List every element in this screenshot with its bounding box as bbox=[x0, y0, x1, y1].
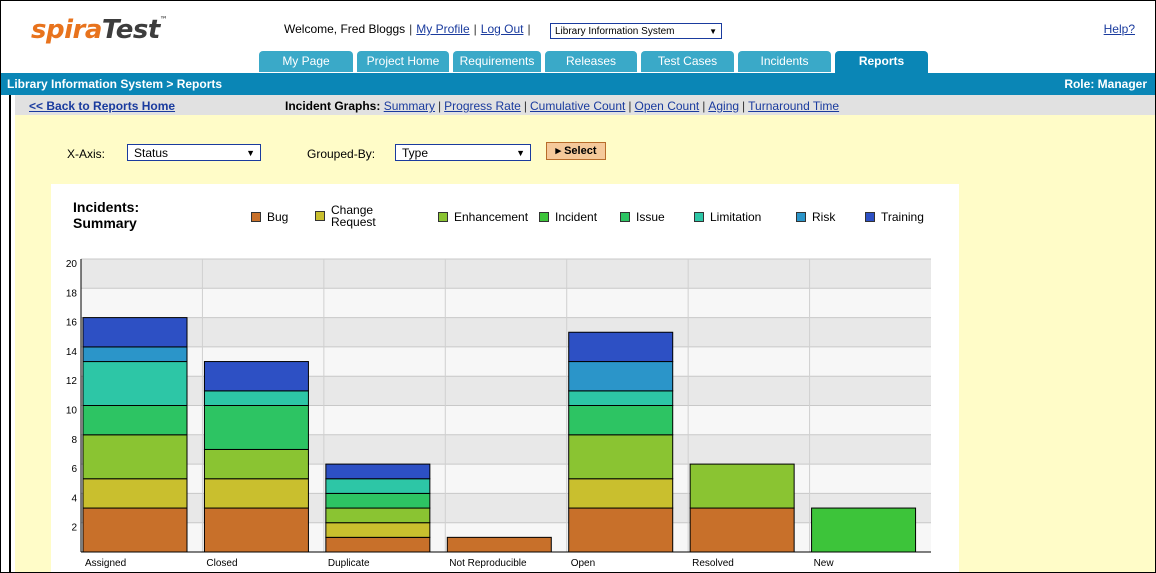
tab-project-home[interactable]: Project Home bbox=[357, 51, 449, 72]
tab-test-cases[interactable]: Test Cases bbox=[641, 51, 734, 72]
report-subnav: << Back to Reports Home Incident Graphs:… bbox=[15, 95, 1155, 115]
stacked-bar-chart: 20 18 16 14 12 10 8 6 4 2 Assigned Closed Duplicate N… bbox=[66, 258, 931, 569]
graph-link-cumulative-count[interactable]: Cumulative Count bbox=[530, 99, 625, 113]
y-tick-label: 12 bbox=[66, 376, 78, 387]
incident-graphs-label: Incident Graphs: bbox=[285, 99, 381, 113]
bar-segment-training bbox=[325, 463, 431, 480]
y-tick-label: 18 bbox=[66, 288, 78, 299]
select-button[interactable]: ▸ Select bbox=[546, 142, 606, 160]
tab-my-page[interactable]: My Page bbox=[259, 51, 353, 72]
bar-segment-bug bbox=[82, 507, 188, 553]
tab-requirements[interactable]: Requirements bbox=[453, 51, 541, 72]
chevron-down-icon: ▼ bbox=[516, 148, 525, 158]
app-window: spiraTest™ Welcome, Fred Bloggs | My Profi… bbox=[0, 0, 1156, 573]
welcome-bar: Welcome, Fred Bloggs | My Profile | Log Out | bbox=[284, 22, 531, 36]
bar-segment-change-request bbox=[325, 522, 431, 538]
graph-link-progress-rate[interactable]: Progress Rate bbox=[444, 99, 521, 113]
bar-segment-issue bbox=[82, 405, 188, 436]
x-tick-label: Not Reproducible bbox=[449, 558, 527, 569]
x-tick-label: Assigned bbox=[85, 558, 126, 569]
bar-segment-training bbox=[203, 361, 309, 392]
x-tick-label: New bbox=[814, 558, 835, 569]
graph-link-open-count[interactable]: Open Count bbox=[635, 99, 700, 113]
grouped-by-select[interactable]: Type ▼ bbox=[395, 144, 531, 161]
bar-segment-incident bbox=[811, 507, 917, 553]
help-link[interactable]: Help? bbox=[1104, 22, 1135, 36]
project-select[interactable]: Library Information System ▼ bbox=[550, 23, 722, 39]
bar-segment-enhancement bbox=[568, 434, 674, 480]
grid-band bbox=[81, 317, 931, 347]
y-tick-label: 14 bbox=[66, 347, 78, 358]
bar-segment-limitation bbox=[568, 390, 674, 407]
graph-link-aging[interactable]: Aging bbox=[708, 99, 739, 113]
breadcrumb-bar: Library Information System > Reports Rol… bbox=[1, 73, 1155, 95]
bar-segment-change-request bbox=[82, 478, 188, 509]
chevron-down-icon: ▼ bbox=[709, 27, 717, 36]
bar-segment-enhancement bbox=[689, 463, 795, 509]
x-axis-value: Status bbox=[134, 146, 169, 160]
bar-segment-bug bbox=[689, 507, 795, 553]
bar-segment-limitation bbox=[325, 478, 431, 494]
graph-link-turnaround-time[interactable]: Turnaround Time bbox=[748, 99, 839, 113]
bar-segment-bug bbox=[568, 507, 674, 553]
y-tick-label: 2 bbox=[71, 523, 77, 534]
bar-segment-bug bbox=[203, 507, 309, 553]
bar-segment-training bbox=[568, 331, 674, 363]
bar-segment-change-request bbox=[203, 478, 309, 509]
graph-link-summary[interactable]: Summary bbox=[384, 99, 435, 113]
y-tick-label: 16 bbox=[66, 318, 78, 329]
back-to-reports-link[interactable]: << Back to Reports Home bbox=[29, 99, 175, 113]
my-profile-link[interactable]: My Profile bbox=[416, 22, 469, 36]
grouped-by-label: Grouped-By: bbox=[307, 147, 376, 161]
chevron-down-icon: ▼ bbox=[246, 148, 255, 158]
x-tick-label: Closed bbox=[206, 558, 237, 569]
left-divider bbox=[9, 95, 11, 572]
y-tick-label: 4 bbox=[71, 493, 77, 504]
bar-segment-enhancement bbox=[203, 448, 309, 480]
grouped-by-value: Type bbox=[402, 146, 429, 160]
bar-segment-training bbox=[82, 317, 188, 348]
log-out-link[interactable]: Log Out bbox=[481, 22, 524, 36]
bar-segment-issue bbox=[203, 405, 309, 450]
incident-graph-links: Incident Graphs: Summary | Progress Rate | C… bbox=[285, 99, 840, 113]
bar-segment-risk bbox=[82, 346, 188, 363]
y-tick-label: 20 bbox=[66, 259, 78, 270]
bar-segment-enhancement bbox=[325, 507, 431, 524]
bar-segment-change-request bbox=[568, 478, 674, 509]
x-axis-label: X-Axis: bbox=[67, 147, 106, 161]
tab-releases[interactable]: Releases bbox=[545, 51, 637, 72]
y-tick-label: 6 bbox=[71, 464, 77, 475]
bar-segment-issue bbox=[325, 492, 431, 509]
tab-reports[interactable]: Reports bbox=[835, 51, 928, 73]
chart-panel: Incidents: Summary Bug Change Request En… bbox=[51, 184, 959, 572]
bar-segment-enhancement bbox=[82, 434, 188, 480]
x-tick-label: Open bbox=[571, 558, 595, 569]
breadcrumb: Library Information System > Reports bbox=[7, 77, 223, 91]
grid-band bbox=[81, 288, 931, 318]
bar-segment-risk bbox=[568, 361, 674, 392]
spiratest-logo[interactable]: spiraTest™ bbox=[31, 15, 171, 55]
x-tick-label: Duplicate bbox=[328, 558, 370, 569]
project-select-value: Library Information System bbox=[555, 26, 675, 37]
welcome-text: Welcome, Fred Bloggs bbox=[284, 22, 406, 36]
x-tick-label: Resolved bbox=[692, 558, 734, 569]
x-axis-select[interactable]: Status ▼ bbox=[127, 144, 261, 161]
bar-segment-bug bbox=[325, 536, 431, 553]
y-tick-label: 8 bbox=[71, 435, 77, 446]
bar-segment-bug bbox=[446, 536, 552, 553]
bar-segment-limitation bbox=[203, 390, 309, 407]
tab-incidents[interactable]: Incidents bbox=[738, 51, 831, 72]
logo-text: spiraTest™ bbox=[31, 15, 168, 45]
grid-band bbox=[81, 259, 931, 289]
bar-segment-issue bbox=[568, 405, 674, 436]
y-tick-label: 10 bbox=[66, 406, 78, 417]
role-label: Role: Manager bbox=[1064, 77, 1147, 91]
bar-segment-limitation bbox=[82, 361, 188, 407]
